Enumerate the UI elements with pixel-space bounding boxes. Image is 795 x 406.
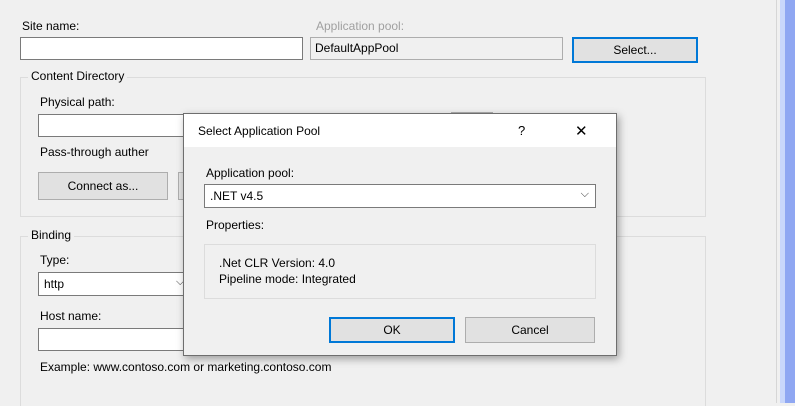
ok-button[interactable]: OK — [329, 317, 455, 343]
scrollbar-track[interactable] — [780, 0, 795, 403]
chevron-down-icon: ⌵ — [580, 188, 589, 200]
physical-path-label: Physical path: — [40, 95, 115, 109]
dialog-app-pool-label: Application pool: — [206, 166, 295, 180]
site-name-input[interactable] — [20, 37, 303, 60]
example-hint-text: Example: www.contoso.com or marketing.co… — [40, 360, 332, 374]
scrollbar-thumb[interactable] — [785, 0, 795, 403]
window-edge — [776, 0, 777, 403]
connect-as-button[interactable]: Connect as... — [38, 172, 168, 200]
host-name-label: Host name: — [40, 309, 102, 323]
dialog-titlebar[interactable]: Select Application Pool ? ✕ — [184, 114, 616, 147]
host-name-input[interactable] — [38, 328, 198, 351]
content-directory-legend: Content Directory — [28, 69, 128, 83]
dialog-title: Select Application Pool — [198, 124, 321, 138]
close-icon[interactable]: ✕ — [575, 122, 588, 140]
help-icon[interactable]: ? — [518, 123, 525, 138]
select-app-pool-dialog: Select Application Pool ? ✕ Application … — [183, 113, 617, 356]
clr-version-text: .Net CLR Version: 4.0 — [219, 256, 336, 270]
properties-label: Properties: — [206, 218, 265, 232]
site-name-label: Site name: — [22, 19, 80, 33]
cancel-button[interactable]: Cancel — [465, 317, 595, 343]
binding-legend: Binding — [28, 228, 75, 242]
app-pool-label: Application pool: — [316, 19, 405, 33]
pipeline-mode-text: Pipeline mode: Integrated — [219, 272, 356, 286]
type-selected-value: http — [44, 277, 65, 291]
pass-through-auth-label: Pass-through auther — [40, 145, 149, 159]
type-select[interactable]: http ⌵ — [38, 272, 198, 296]
app-pool-field: DefaultAppPool — [310, 37, 563, 60]
select-app-pool-button[interactable]: Select... — [572, 37, 698, 63]
properties-box: .Net CLR Version: 4.0 Pipeline mode: Int… — [204, 244, 596, 299]
app-pool-selected-value: .NET v4.5 — [210, 189, 264, 203]
app-pool-dropdown[interactable]: .NET v4.5 ⌵ — [204, 184, 596, 208]
type-label: Type: — [40, 253, 70, 267]
